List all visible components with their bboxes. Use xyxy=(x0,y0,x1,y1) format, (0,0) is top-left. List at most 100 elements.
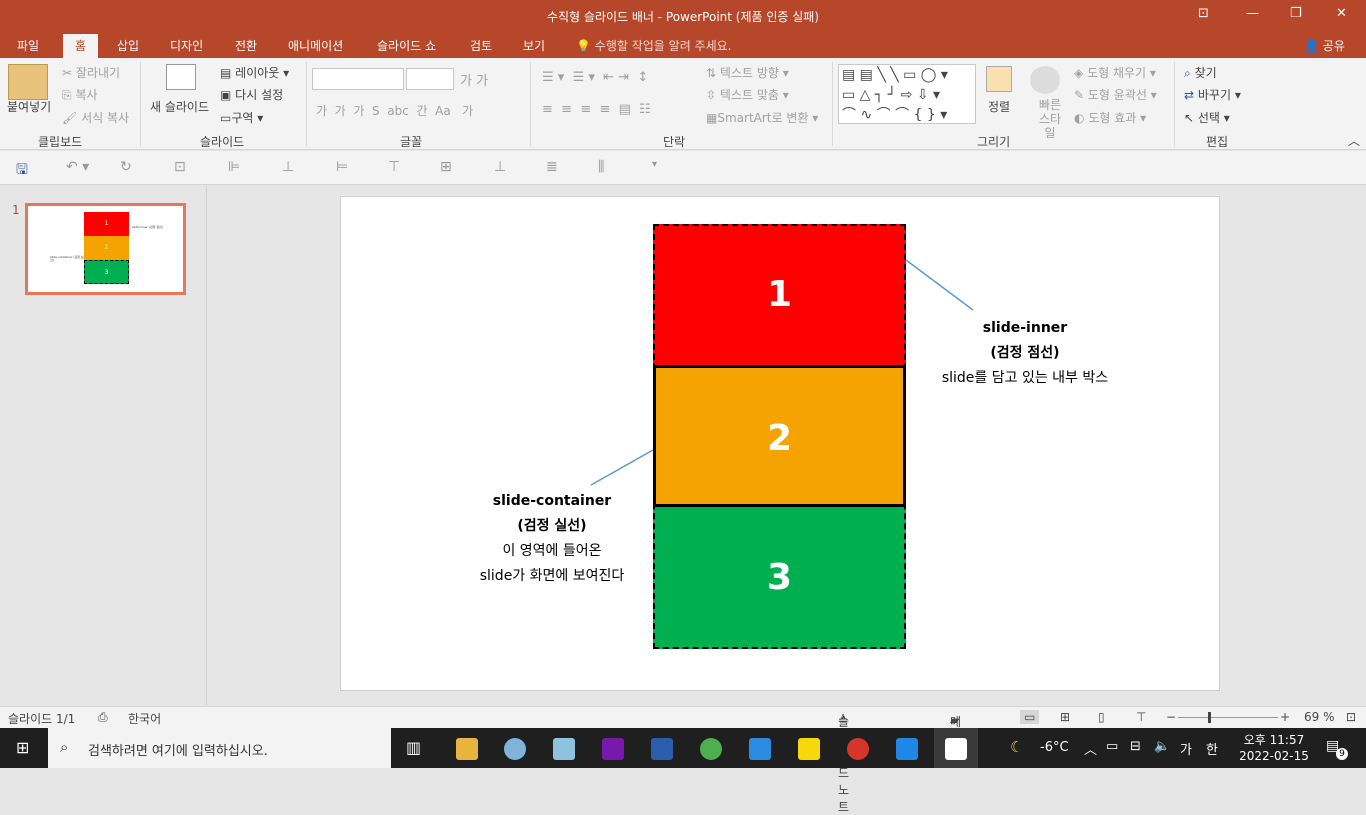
slide-box-1[interactable]: 1 xyxy=(653,224,906,365)
battery-icon[interactable]: ▭ xyxy=(1106,739,1118,754)
layout-button[interactable]: ▤ 레이아웃 ▾ xyxy=(220,64,289,81)
ime-mode[interactable]: 가 xyxy=(1180,739,1192,758)
shape-fill-button[interactable]: ◈ 도형 채우기 ▾ xyxy=(1074,64,1156,81)
tab-insert[interactable]: 삽입 xyxy=(117,37,139,54)
screen-recorder-icon[interactable] xyxy=(847,738,869,760)
arrange-icon[interactable] xyxy=(986,66,1012,92)
section-button[interactable]: ▭구역 ▾ xyxy=(220,109,263,126)
slide-container-box-2[interactable]: 2 xyxy=(653,365,906,507)
find-button[interactable]: ⌕ 찾기 xyxy=(1184,64,1217,81)
slide-box-3[interactable]: 3 xyxy=(653,507,906,649)
slide-sorter-icon[interactable]: ⊞ xyxy=(1060,710,1070,724)
paste-button[interactable]: 붙여넣기 xyxy=(7,98,51,115)
minimize-button[interactable]: — xyxy=(1246,6,1259,21)
font-name-select[interactable] xyxy=(312,68,404,90)
select-button[interactable]: ↖ 선택 ▾ xyxy=(1184,109,1230,126)
container-callout[interactable]: slide-container (검정 실선) 이 영역에 들어온 slide가… xyxy=(446,489,658,589)
clock-date[interactable]: 2022-02-15 xyxy=(1238,749,1310,763)
onenote-icon[interactable] xyxy=(602,738,624,760)
weather-moon-icon[interactable]: ☾ xyxy=(1010,738,1023,756)
shape-effects-button[interactable]: ◐ 도형 효과 ▾ xyxy=(1074,109,1146,126)
notepad-icon[interactable] xyxy=(553,738,575,760)
slideshow-view-icon[interactable]: ⊤ xyxy=(1136,710,1146,724)
replace-button[interactable]: ⇄ 바꾸기 ▾ xyxy=(1184,86,1241,103)
new-slide-icon[interactable] xyxy=(166,64,196,90)
grow-font-icon[interactable]: 가 가 xyxy=(460,70,488,89)
format-painter-button[interactable]: 🖌 서식 복사 xyxy=(62,109,129,126)
quick-styles-button[interactable]: 빠른 스타일 xyxy=(1034,98,1066,140)
list-icons[interactable]: ☰ ▾ ☰ ▾ ⇤ ⇥ ↕ xyxy=(542,70,648,85)
volume-icon[interactable]: 🔈 xyxy=(1154,739,1170,754)
zoom-in-button[interactable]: + xyxy=(1280,710,1290,724)
ime-hangul[interactable]: 한 xyxy=(1206,739,1218,758)
tray-chevron-icon[interactable]: ︿ xyxy=(1084,739,1097,758)
redo-icon[interactable]: ↻ xyxy=(120,159,132,175)
arrange-button[interactable]: 정렬 xyxy=(988,98,1010,115)
powershell-icon[interactable] xyxy=(651,738,673,760)
restore-button[interactable]: ❐ xyxy=(1290,6,1302,21)
align-top-icon[interactable]: ⊤ xyxy=(388,159,400,175)
zoom-out-button[interactable]: − xyxy=(1166,710,1176,724)
tab-design[interactable]: 디자인 xyxy=(170,37,203,54)
network-icon[interactable]: ⊟ xyxy=(1130,739,1141,754)
language[interactable]: 한국어 xyxy=(128,710,161,727)
align-center-icon[interactable]: ⊥ xyxy=(282,159,294,175)
tab-transitions[interactable]: 전환 xyxy=(235,37,257,54)
save-icon[interactable]: 🖫 xyxy=(16,159,28,183)
font-format-icons[interactable]: 가 가 가 S abc 간 Aa 가 xyxy=(316,102,473,119)
customize-qat-icon[interactable]: ▾ xyxy=(652,159,657,170)
share-button[interactable]: 👤 공유 xyxy=(1304,37,1345,54)
cut-button[interactable]: ✂ 잘라내기 xyxy=(62,64,120,81)
tab-review[interactable]: 검토 xyxy=(470,37,492,54)
sticky-notes-icon[interactable] xyxy=(798,738,820,760)
slide-thumbnail[interactable]: 1 2 3 slide-inner (검정 점선) slide-containe… xyxy=(25,203,186,295)
new-slide-button[interactable]: 새 슬라이드 xyxy=(150,98,209,115)
tab-animations[interactable]: 애니메이션 xyxy=(288,37,343,54)
reset-button[interactable]: ▣ 다시 설정 xyxy=(220,86,283,103)
fit-slide-icon[interactable]: ⊡ xyxy=(1346,710,1356,724)
tab-file[interactable]: 파일 xyxy=(17,37,39,54)
align-middle-icon[interactable]: ⊞ xyxy=(440,159,452,175)
taskbar-search[interactable]: ⌕ 검색하려면 여기에 입력하십시오. xyxy=(48,728,391,768)
copy-button[interactable]: ⎘ 복사 xyxy=(62,86,98,103)
spellcheck-icon[interactable]: ⎙ xyxy=(98,710,108,725)
zoom-slider-thumb[interactable] xyxy=(1208,712,1211,723)
align-text-button[interactable]: ⇳ 텍스트 맞춤 ▾ xyxy=(706,86,789,103)
collapse-ribbon-icon[interactable]: ︿ xyxy=(1348,132,1360,149)
paste-icon[interactable] xyxy=(8,64,48,100)
align-right-icon[interactable]: ⊨ xyxy=(336,159,348,175)
undo-icon[interactable]: ↶ ▾ xyxy=(66,159,89,175)
clock-time[interactable]: 오후 11:57 xyxy=(1240,731,1308,748)
zoom-level[interactable]: 69 % xyxy=(1304,710,1335,724)
distribute-horizontal-icon[interactable]: ⫼ xyxy=(598,159,604,175)
align-left-icon[interactable]: ⊫ xyxy=(228,159,240,175)
temperature[interactable]: -6°C xyxy=(1040,740,1069,755)
close-button[interactable]: ✕ xyxy=(1336,6,1347,21)
distribute-vertical-icon[interactable]: ≣ xyxy=(546,159,558,175)
quick-styles-icon[interactable] xyxy=(1030,66,1060,94)
ribbon-display-icon[interactable]: ⊡ xyxy=(1198,6,1209,21)
slideshow-icon[interactable]: ⊡ xyxy=(174,159,186,175)
tab-slideshow[interactable]: 슬라이드 쇼 xyxy=(377,37,436,54)
align-bottom-icon[interactable]: ⊥ xyxy=(494,159,506,175)
inner-callout[interactable]: slide-inner (검정 점선) slide를 담고 있는 내부 박스 xyxy=(920,316,1130,391)
active-app-highlight[interactable] xyxy=(934,728,978,768)
chrome-icon[interactable] xyxy=(700,738,722,760)
font-size-select[interactable] xyxy=(406,68,454,90)
text-direction-button[interactable]: ⇅ 텍스트 방향 ▾ xyxy=(706,64,789,81)
align-icons[interactable]: ≡ ≡ ≡ ≡ ▤ ☷ xyxy=(542,102,651,117)
normal-view-icon[interactable]: ▭ xyxy=(1020,710,1040,724)
tell-me-input[interactable]: 💡 수행할 작업을 알려 주세요. xyxy=(576,37,731,54)
vscode-icon[interactable] xyxy=(749,738,771,760)
windows-start-icon[interactable]: ⊞ xyxy=(16,738,29,757)
tab-home[interactable]: 홈 xyxy=(63,34,99,58)
zoom-slider-track[interactable] xyxy=(1178,717,1278,718)
reading-view-icon[interactable]: ▯ xyxy=(1098,710,1105,724)
task-view-icon[interactable]: ▥ xyxy=(406,738,421,757)
shape-outline-button[interactable]: ✎ 도형 윤곽선 ▾ xyxy=(1074,86,1157,103)
hangul-icon[interactable] xyxy=(896,738,918,760)
smartart-button[interactable]: ▦SmartArt로 변환 ▾ xyxy=(706,109,818,126)
tab-view[interactable]: 보기 xyxy=(523,37,545,54)
paint-icon[interactable] xyxy=(504,738,526,760)
shapes-gallery[interactable]: ▤ ▤ ╲ ╲ ▭ ◯ ▾ ▭ △ ┐ ┘ ⇨ ⇩ ▾ ⌒ ∿ ⌒ ⌒ { } ▾ xyxy=(838,64,976,124)
